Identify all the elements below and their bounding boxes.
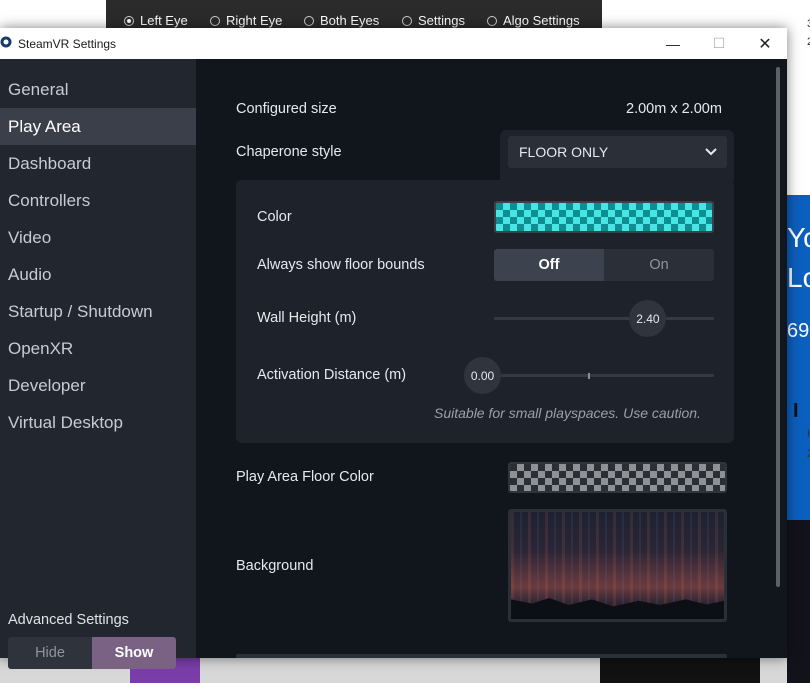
wall-height-label: Wall Height (m) xyxy=(257,310,357,326)
sidebar-item-developer[interactable]: Developer xyxy=(0,367,196,404)
chaperone-style-dropdown[interactable]: FLOOR ONLY xyxy=(508,136,727,168)
sidebar-item-startup-shutdown[interactable]: Startup / Shutdown xyxy=(0,293,196,330)
wall-height-slider[interactable] xyxy=(494,317,714,320)
sidebar-item-general[interactable]: General xyxy=(0,71,196,108)
sidebar-item-dashboard[interactable]: Dashboard xyxy=(0,145,196,182)
background-thumbnail[interactable] xyxy=(508,509,727,622)
background-browser-edge: Yo Lo 69 I H 2 3 2 xyxy=(787,0,810,683)
radio-right-eye[interactable]: Right Eye xyxy=(210,13,282,28)
content-scrollbar[interactable] xyxy=(776,67,780,587)
radio-icon xyxy=(304,15,314,26)
configured-size-label: Configured size xyxy=(236,101,337,117)
floor-bounds-off-button[interactable]: Off xyxy=(494,249,604,281)
sidebar-item-play-area[interactable]: Play Area xyxy=(0,108,196,145)
background-text: I xyxy=(793,400,799,422)
sidebar-item-video[interactable]: Video xyxy=(0,219,196,256)
sidebar-item-audio[interactable]: Audio xyxy=(0,256,196,293)
maximize-button[interactable]: ☐ xyxy=(696,28,742,59)
floor-color-swatch[interactable] xyxy=(508,462,727,493)
activation-distance-slider-knob[interactable]: 0.00 xyxy=(464,357,501,394)
radio-settings[interactable]: Settings xyxy=(402,13,465,28)
chevron-down-icon xyxy=(705,148,717,156)
advanced-settings-label: Advanced Settings xyxy=(8,612,129,628)
sidebar-item-openxr[interactable]: OpenXR xyxy=(0,330,196,367)
activation-distance-hint: Suitable for small playspaces. Use cauti… xyxy=(434,405,701,421)
floor-bounds-on-button[interactable]: On xyxy=(604,249,714,281)
close-button[interactable]: ✕ xyxy=(742,28,788,59)
floor-color-label: Play Area Floor Color xyxy=(236,469,374,485)
next-setting-row-edge xyxy=(236,654,727,658)
background-dark-panel xyxy=(787,520,810,683)
chaperone-color-swatch[interactable] xyxy=(494,201,714,233)
floor-bounds-toggle: Off On xyxy=(494,249,714,281)
radio-left-eye[interactable]: Left Eye xyxy=(124,13,188,28)
sidebar-item-controllers[interactable]: Controllers xyxy=(0,182,196,219)
minimize-button[interactable]: — xyxy=(650,28,696,59)
background-block xyxy=(600,658,760,683)
background-label: Background xyxy=(236,558,314,574)
radio-algo-settings[interactable]: Algo Settings xyxy=(487,13,580,28)
steamvr-icon xyxy=(0,36,12,48)
chaperone-style-value: FLOOR ONLY xyxy=(519,144,609,160)
chaperone-style-label: Chaperone style xyxy=(236,144,342,160)
background-text: Yo xyxy=(787,222,810,253)
advanced-hide-button[interactable]: Hide xyxy=(8,637,92,669)
radio-icon xyxy=(402,15,412,26)
background-text: 69 xyxy=(787,320,810,342)
window-title: SteamVR Settings xyxy=(18,37,117,51)
sidebar: General Play Area Dashboard Controllers … xyxy=(0,59,196,669)
floor-bounds-label: Always show floor bounds xyxy=(257,257,425,273)
color-label: Color xyxy=(257,209,292,225)
slider-tick-mark xyxy=(588,373,590,379)
radio-icon xyxy=(487,15,497,26)
activation-distance-label: Activation Distance (m) xyxy=(257,367,407,383)
background-text: Lo xyxy=(787,262,810,293)
configured-size-value: 2.00m x 2.00m xyxy=(626,101,722,117)
advanced-settings-toggle: Hide Show xyxy=(8,637,176,669)
title-bar[interactable]: SteamVR Settings — ☐ ✕ xyxy=(0,28,787,59)
radio-both-eyes[interactable]: Both Eyes xyxy=(304,13,379,28)
sidebar-item-virtual-desktop[interactable]: Virtual Desktop xyxy=(0,404,196,441)
radio-icon xyxy=(210,15,220,26)
advanced-show-button[interactable]: Show xyxy=(92,637,176,669)
radio-selected-icon xyxy=(124,15,134,26)
